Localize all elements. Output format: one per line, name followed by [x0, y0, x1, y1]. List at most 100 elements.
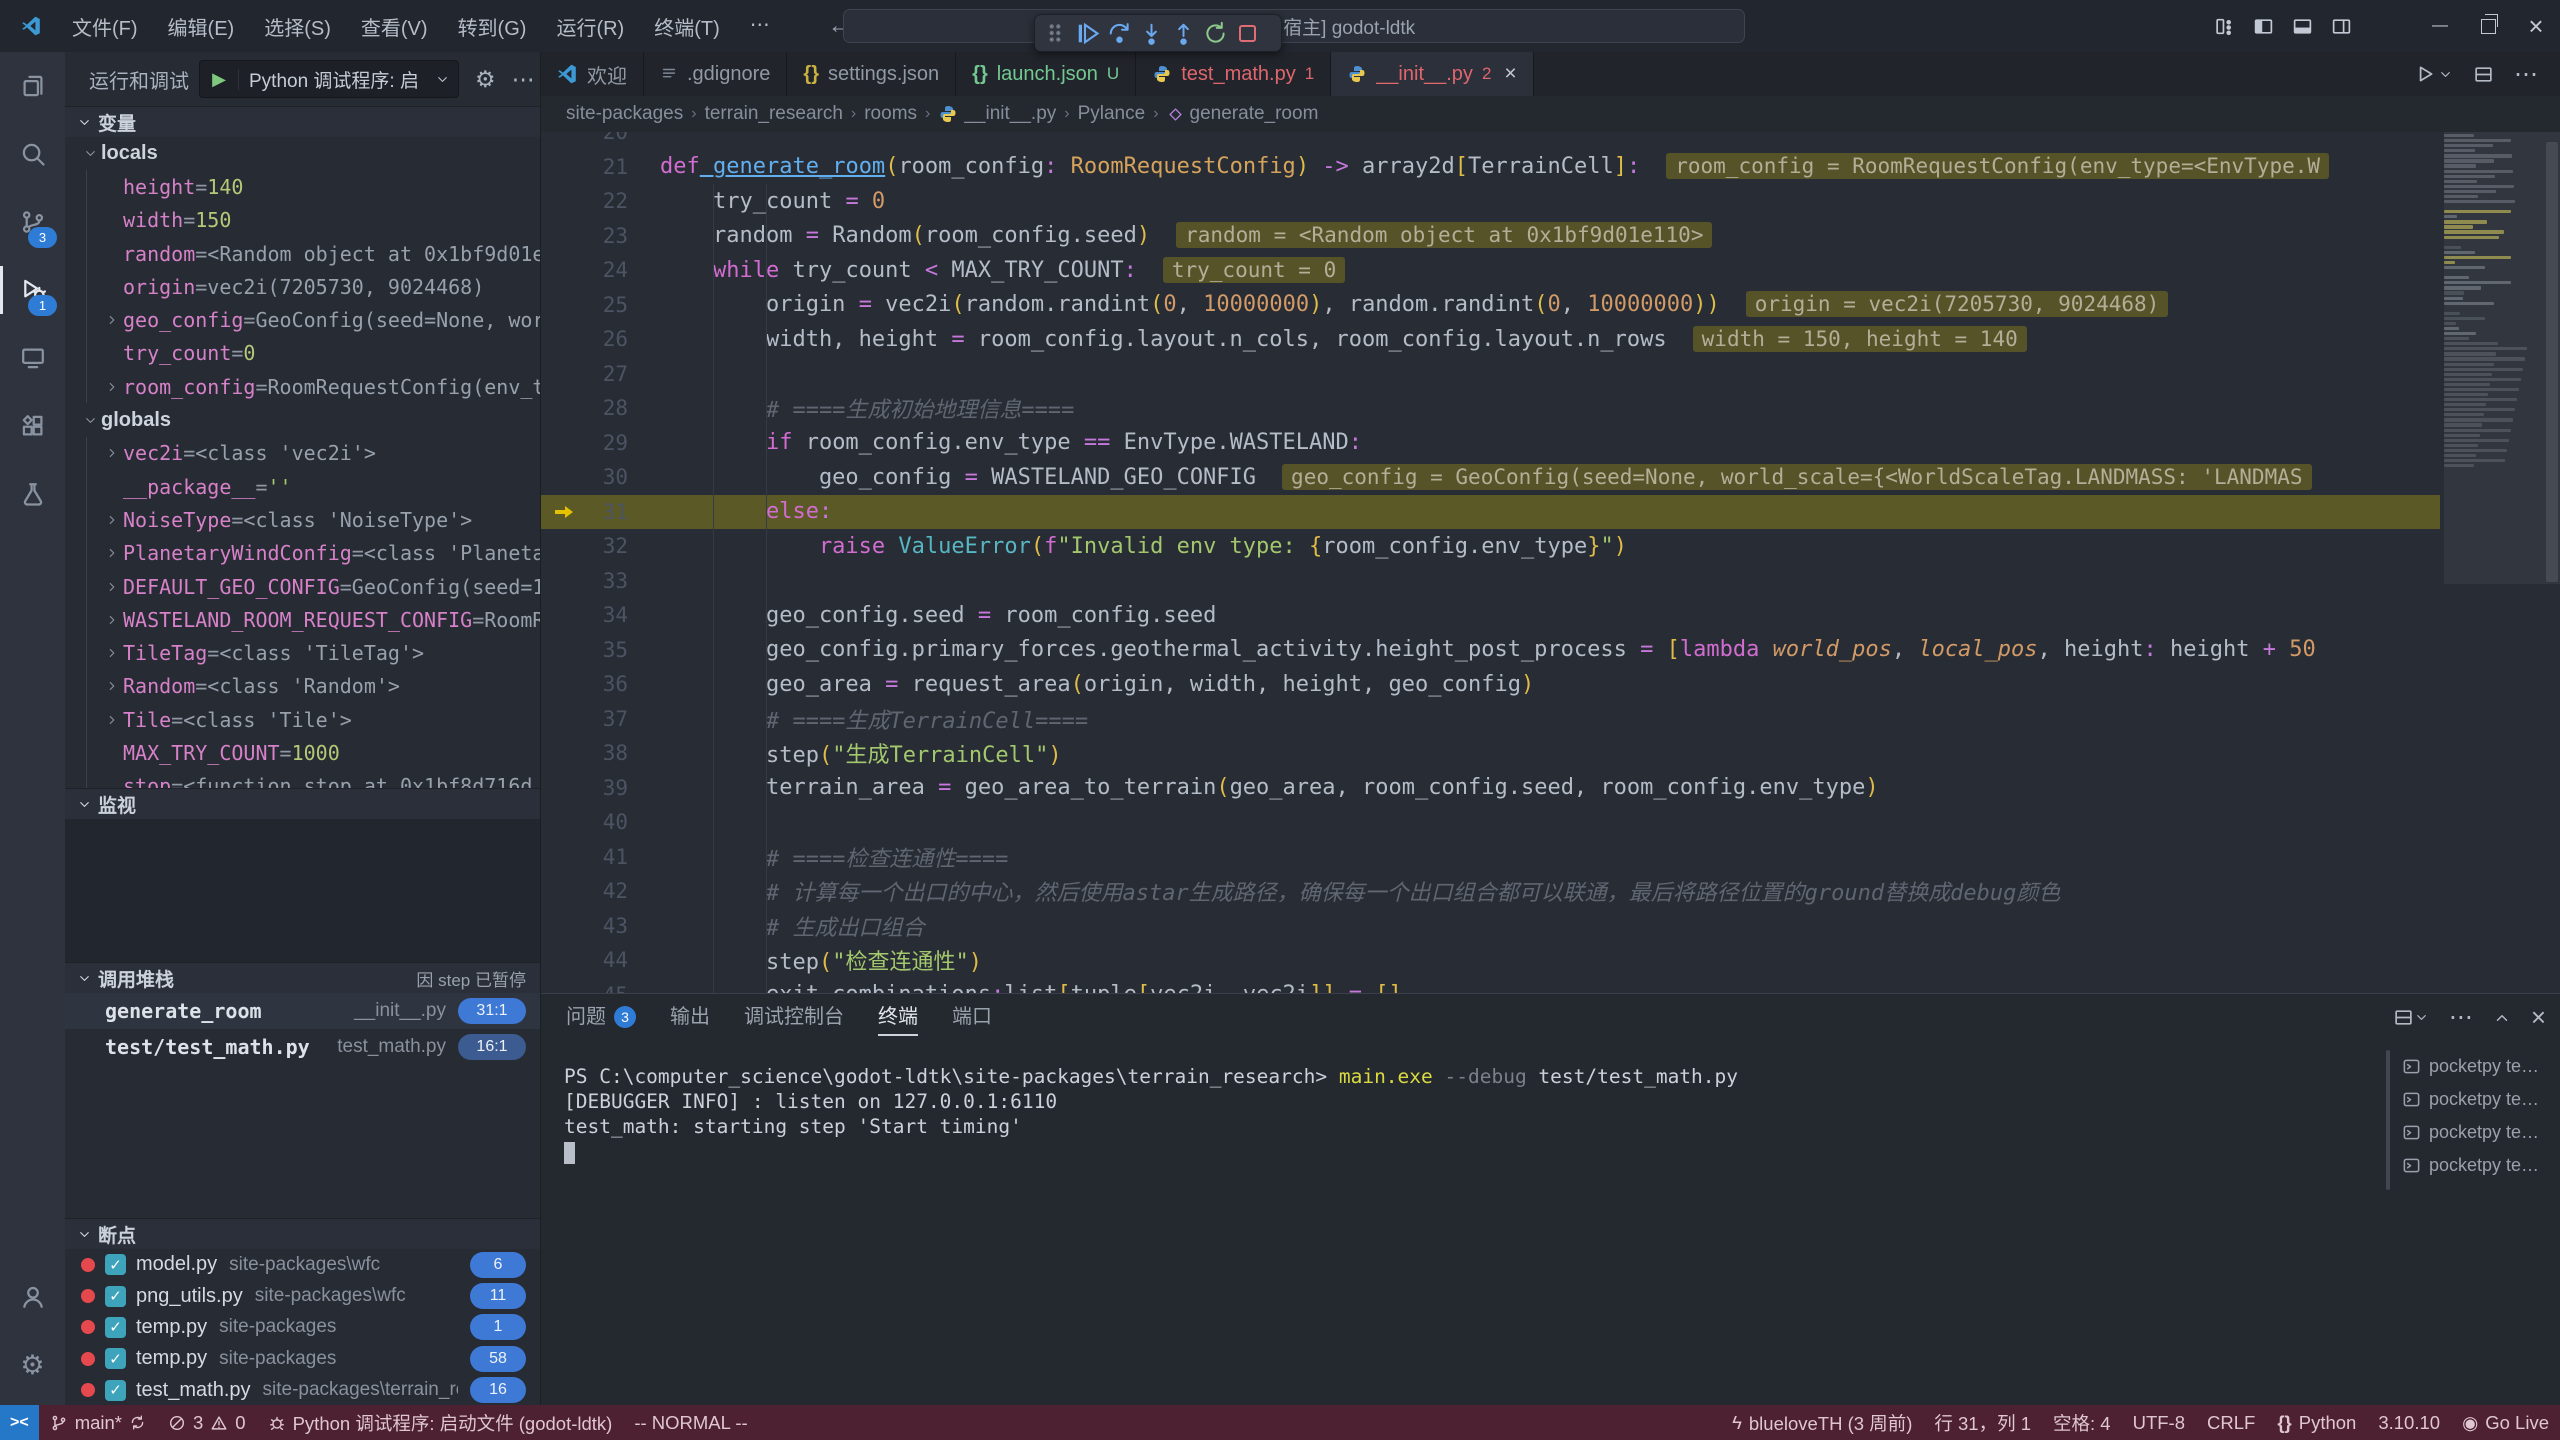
maximize-panel-icon[interactable]: [2493, 1009, 2511, 1027]
breakpoint-row[interactable]: ✓temp.pysite-packages1: [65, 1312, 540, 1343]
breakpoint-checkbox[interactable]: ✓: [105, 1254, 126, 1275]
variable-row[interactable]: geo_config = GeoConfig(seed=None, wor…: [87, 303, 540, 336]
breadcrumb-item[interactable]: terrain_research: [705, 103, 843, 125]
breakpoint-row[interactable]: ✓temp.pysite-packages58: [65, 1343, 540, 1374]
variable-row[interactable]: Random = <class 'Random'>: [87, 670, 540, 703]
status-python-version[interactable]: 3.10.10: [2367, 1405, 2451, 1440]
step-over-button[interactable]: [1103, 18, 1135, 48]
breadcrumb-item[interactable]: __init__.py: [938, 103, 1056, 125]
activity-run-and-debug[interactable]: 1: [0, 256, 65, 324]
status-remote-indicator[interactable]: ><: [0, 1405, 39, 1440]
variable-scope[interactable]: globals: [65, 403, 540, 436]
status-git-branch[interactable]: main*: [39, 1405, 157, 1440]
minimize-button[interactable]: —: [2416, 0, 2464, 52]
menu-item[interactable]: ⋯: [738, 8, 782, 45]
terminal-scrollbar[interactable]: [2386, 1050, 2390, 1190]
stack-frame[interactable]: generate_room__init__.py31:1: [65, 993, 540, 1029]
tab-launch.json[interactable]: {}launch.jsonU: [956, 52, 1136, 96]
panel-tab-终端[interactable]: 终端: [878, 994, 918, 1040]
status-cursor-position[interactable]: 行 31，列 1: [1923, 1405, 2042, 1440]
variable-row[interactable]: origin = vec2i(7205730, 9024468): [87, 270, 540, 303]
stack-frame[interactable]: test/test_math.pytest_math.py16:1: [65, 1029, 540, 1065]
terminal-output[interactable]: PS C:\computer_science\godot-ldtk\site-p…: [564, 1064, 2380, 1164]
variable-scope[interactable]: locals: [65, 137, 540, 170]
variable-row[interactable]: DEFAULT_GEO_CONFIG = GeoConfig(seed=1…: [87, 570, 540, 603]
code-editor[interactable]: 2021def generate_room(room_config: RoomR…: [540, 132, 2560, 993]
status-indentation[interactable]: 空格: 4: [2042, 1405, 2122, 1440]
breakpoint-checkbox[interactable]: ✓: [105, 1286, 126, 1307]
breadcrumb-item[interactable]: generate_room: [1167, 103, 1319, 125]
more-actions-icon[interactable]: ⋯: [512, 66, 535, 93]
variable-row[interactable]: MAX_TRY_COUNT = 1000: [87, 736, 540, 769]
tab-settings.json[interactable]: {}settings.json: [787, 52, 956, 96]
status-encoding[interactable]: UTF-8: [2122, 1405, 2196, 1440]
menu-item[interactable]: 运行(R): [544, 8, 636, 45]
close-window-button[interactable]: ×: [2512, 0, 2560, 52]
variable-row[interactable]: NoiseType = <class 'NoiseType'>: [87, 503, 540, 536]
tab-test_math.py[interactable]: test_math.py1: [1136, 52, 1331, 96]
variable-row[interactable]: try_count = 0: [87, 337, 540, 370]
variable-row[interactable]: __package__ = '': [87, 470, 540, 503]
activity-search[interactable]: [0, 120, 65, 188]
step-out-button[interactable]: [1167, 18, 1199, 48]
activity-remote-explorer[interactable]: [0, 324, 65, 392]
variable-row[interactable]: height = 140: [87, 170, 540, 203]
terminal-session[interactable]: pocketpy te…: [2396, 1116, 2556, 1149]
activity-source-control[interactable]: 3: [0, 188, 65, 256]
debug-settings-gear-icon[interactable]: ⚙: [475, 66, 496, 93]
section-header[interactable]: 变量: [65, 106, 540, 137]
variable-row[interactable]: Tile = <class 'Tile'>: [87, 703, 540, 736]
breakpoint-row[interactable]: ✓model.pysite-packages\wfc6: [65, 1249, 540, 1280]
status-problems[interactable]: 30: [157, 1405, 257, 1440]
variable-row[interactable]: width = 150: [87, 204, 540, 237]
variable-row[interactable]: vec2i = <class 'vec2i'>: [87, 437, 540, 470]
breakpoint-row[interactable]: ✓test_math.pysite-packages\terrain_res…1…: [65, 1375, 540, 1405]
tab-__init__.py[interactable]: __init__.py2×: [1331, 52, 1533, 96]
split-terminal-icon[interactable]: [2393, 1007, 2429, 1028]
menu-item[interactable]: 查看(V): [349, 8, 440, 45]
command-center-search[interactable]: [扩展开发宿主] godot-ldtk: [843, 9, 1745, 43]
menu-item[interactable]: 文件(F): [60, 8, 150, 45]
toggle-panel-icon[interactable]: [2288, 12, 2317, 41]
status-language-mode[interactable]: {}Python: [2266, 1405, 2367, 1440]
breadcrumb-item[interactable]: site-packages: [566, 103, 683, 125]
variable-row[interactable]: TileTag = <class 'TileTag'>: [87, 636, 540, 669]
status-git-blame[interactable]: ϟblueloveTH (3 周前): [1721, 1405, 1923, 1440]
step-into-button[interactable]: [1135, 18, 1167, 48]
customize-layout-icon[interactable]: [2210, 12, 2239, 41]
menu-item[interactable]: 终端(T): [642, 8, 732, 45]
panel-tab-问题[interactable]: 问题3: [566, 994, 636, 1040]
restore-button[interactable]: [2464, 0, 2512, 52]
activity-account[interactable]: [0, 1263, 65, 1331]
variable-row[interactable]: stop = <function stop at 0x1bf8d716d…: [87, 770, 540, 788]
section-header[interactable]: 监视: [65, 788, 540, 819]
restart-button[interactable]: [1199, 18, 1231, 48]
more-actions-icon[interactable]: ⋯: [2514, 60, 2538, 89]
split-editor-icon[interactable]: [2473, 64, 2494, 85]
panel-tab-调试控制台[interactable]: 调试控制台: [744, 994, 844, 1040]
stop-button[interactable]: [1231, 18, 1263, 48]
continue-button[interactable]: [1071, 18, 1103, 48]
breadcrumb-item[interactable]: Pylance: [1078, 103, 1146, 125]
terminal-session[interactable]: pocketpy te…: [2396, 1149, 2556, 1182]
panel-tab-端口[interactable]: 端口: [952, 994, 992, 1040]
activity-settings[interactable]: ⚙: [0, 1331, 65, 1399]
menu-item[interactable]: 选择(S): [252, 8, 343, 45]
status-go-live[interactable]: ◉Go Live: [2451, 1405, 2560, 1440]
panel-tab-输出[interactable]: 输出: [670, 994, 710, 1040]
close-tab-icon[interactable]: ×: [1504, 62, 1516, 86]
status-eol[interactable]: CRLF: [2196, 1405, 2266, 1440]
minimap-viewport[interactable]: [2444, 132, 2560, 584]
breakpoint-checkbox[interactable]: ✓: [105, 1348, 126, 1369]
status-debug-config[interactable]: Python 调试程序: 启动文件 (godot-ldtk): [257, 1405, 624, 1440]
run-python-file-button[interactable]: [2414, 63, 2453, 85]
terminal-session[interactable]: pocketpy te…: [2396, 1083, 2556, 1116]
toggle-sidebar-icon[interactable]: [2249, 12, 2278, 41]
section-header[interactable]: 断点: [65, 1218, 540, 1249]
activity-explorer[interactable]: [0, 52, 65, 120]
start-debug-icon[interactable]: ▶: [200, 69, 239, 90]
breakpoint-row[interactable]: ✓png_utils.pysite-packages\wfc11: [65, 1280, 540, 1311]
section-header[interactable]: 调用堆栈因 step 已暂停: [65, 962, 540, 993]
close-panel-icon[interactable]: ×: [2531, 1002, 2546, 1033]
variable-row[interactable]: random = <Random object at 0x1bf9d01e…: [87, 237, 540, 270]
